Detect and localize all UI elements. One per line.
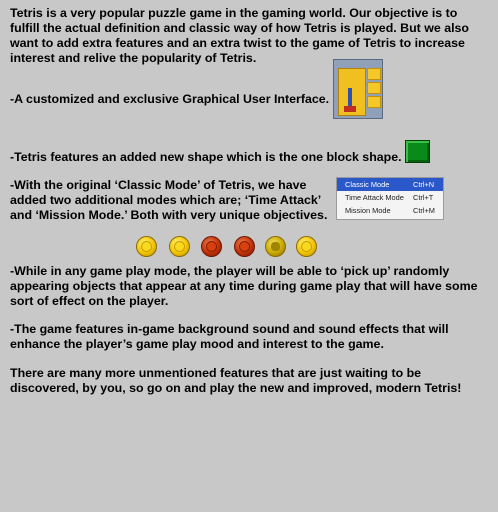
gui-thumbnail-image xyxy=(333,59,383,119)
menu-item-label: Classic Mode xyxy=(345,180,390,189)
thumbnail-panel xyxy=(367,68,381,80)
sound-feature-text: -The game features in-game background so… xyxy=(10,322,449,351)
menu-item-shortcut: Ctrl+M xyxy=(413,206,435,215)
menu-item-time-attack-mode[interactable]: Time Attack Mode Ctrl+T xyxy=(337,191,443,204)
coin-icon xyxy=(136,236,157,257)
coin-icon xyxy=(201,236,222,257)
menu-item-label: Mission Mode xyxy=(345,206,391,215)
thumbnail-piece xyxy=(344,106,356,112)
thumbnail-panel xyxy=(367,82,381,94)
coin-icon xyxy=(296,236,317,257)
pickup-feature-text: -While in any game play mode, the player… xyxy=(10,264,478,308)
closing-paragraph: There are many more unmentioned features… xyxy=(10,366,462,395)
one-block-icon xyxy=(405,140,430,163)
gui-feature-text: -A customized and exclusive Graphical Us… xyxy=(10,92,330,106)
thumbnail-panel xyxy=(367,96,381,108)
coin-icon xyxy=(234,236,255,257)
modes-feature-text: -With the original ‘Classic Mode’ of Tet… xyxy=(10,178,328,222)
coin-icon xyxy=(265,236,286,257)
menu-item-classic-mode[interactable]: Classic Mode Ctrl+N xyxy=(337,178,443,191)
coin-icon xyxy=(169,236,190,257)
menu-item-mission-mode[interactable]: Mission Mode Ctrl+M xyxy=(337,204,443,217)
intro-paragraph: Tetris is a very popular puzzle game in … xyxy=(10,6,470,65)
one-block-feature-text: -Tetris features an added new shape whic… xyxy=(10,150,402,164)
menu-item-shortcut: Ctrl+N xyxy=(413,180,435,189)
mode-menu: Classic Mode Ctrl+N Time Attack Mode Ctr… xyxy=(336,177,444,220)
menu-item-label: Time Attack Mode xyxy=(345,193,404,202)
menu-item-shortcut: Ctrl+T xyxy=(413,193,434,202)
